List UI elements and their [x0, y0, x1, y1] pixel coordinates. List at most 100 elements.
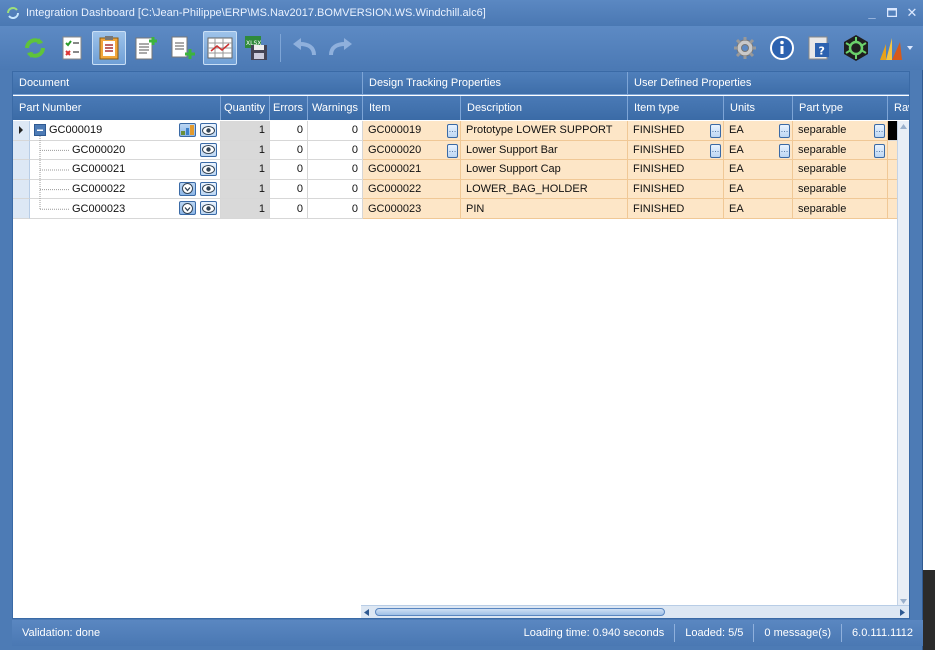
download-button[interactable] — [179, 181, 196, 196]
item-cell[interactable]: GC000021 — [363, 160, 461, 180]
redo-button[interactable] — [324, 31, 358, 65]
minimize-button[interactable]: _ — [865, 4, 879, 20]
quantity-cell[interactable]: 1 — [221, 199, 270, 219]
errors-cell: 0 — [270, 199, 308, 219]
table-row[interactable]: GC000022 1 0 0 GC000022 LOWER_BAG_HOLDER… — [13, 179, 909, 200]
toolbar: XLSX ? — [0, 26, 923, 70]
item-cell[interactable]: GC000022 — [363, 179, 461, 200]
view-button[interactable] — [200, 162, 217, 177]
item-type-text: FINISHED — [633, 124, 685, 137]
view-button[interactable] — [200, 181, 217, 196]
part-type-cell[interactable]: separable … — [793, 121, 888, 141]
part-type-text: separable — [798, 124, 847, 137]
close-button[interactable]: ✕ — [905, 4, 919, 20]
column-header-row: Part Number Quantity Errors Warnings Ite… — [13, 96, 909, 120]
item-cell[interactable]: GC000020… — [363, 140, 461, 161]
horizontal-scrollbar[interactable] — [361, 605, 909, 618]
col-header-part-type[interactable]: Part type — [793, 96, 888, 120]
scroll-up-icon[interactable] — [900, 124, 907, 129]
col-header-description[interactable]: Description — [461, 96, 628, 120]
table-row[interactable]: GC000021 1 0 0 GC000021 Lower Support Ca… — [13, 160, 909, 180]
description-cell[interactable]: Lower Support Bar — [461, 140, 628, 161]
table-row[interactable]: GC000023 1 0 0 GC000023 PIN FINISHED EA … — [13, 199, 909, 219]
structure-button[interactable] — [179, 123, 196, 137]
row-selector[interactable] — [13, 121, 30, 141]
item-cell[interactable]: GC000023 — [363, 199, 461, 219]
new-document-button[interactable] — [129, 31, 163, 65]
view-button[interactable] — [200, 201, 217, 216]
part-type-cell[interactable]: separable — [793, 160, 888, 180]
row-selector[interactable] — [13, 179, 30, 200]
col-header-units[interactable]: Units — [724, 96, 793, 120]
row-selector[interactable] — [13, 199, 30, 219]
part-type-cell[interactable]: separable… — [793, 140, 888, 161]
scroll-right-icon[interactable] — [900, 609, 905, 616]
item-type-lookup-button[interactable]: … — [710, 143, 721, 158]
item-type-cell[interactable]: FINISHED… — [628, 140, 724, 161]
description-cell[interactable]: Prototype LOWER SUPPORT — [461, 121, 628, 141]
item-type-cell[interactable]: FINISHED — [628, 199, 724, 219]
units-lookup-button[interactable]: … — [779, 124, 790, 138]
network-button[interactable] — [839, 31, 873, 65]
item-cell[interactable]: GC000019… — [363, 121, 461, 141]
part-type-lookup-button[interactable]: … — [874, 143, 885, 158]
part-type-cell[interactable]: separable — [793, 179, 888, 200]
item-type-cell[interactable]: FINISHED … — [628, 121, 724, 141]
settings-button[interactable] — [728, 31, 762, 65]
undo-icon — [293, 38, 316, 56]
col-header-part-number[interactable]: Part Number — [13, 96, 221, 120]
row-selector[interactable] — [13, 140, 30, 161]
col-header-item[interactable]: Item — [363, 96, 461, 120]
units-cell[interactable]: EA… — [724, 121, 793, 141]
save-xlsx-button[interactable]: XLSX — [240, 31, 274, 65]
help-button[interactable]: ? — [802, 31, 836, 65]
info-button[interactable] — [765, 31, 799, 65]
refresh-button[interactable] — [18, 31, 52, 65]
quantity-cell[interactable]: 1 — [221, 179, 270, 200]
units-cell[interactable]: EA — [724, 199, 793, 219]
status-loaded: Loaded: 5/5 — [674, 624, 753, 642]
undo-button[interactable] — [287, 31, 321, 65]
item-type-lookup-button[interactable]: … — [710, 124, 721, 138]
add-document-button[interactable] — [166, 31, 200, 65]
units-cell[interactable]: EA… — [724, 140, 793, 161]
view-button[interactable] — [200, 142, 217, 157]
col-header-warnings[interactable]: Warnings — [308, 96, 363, 120]
item-type-cell[interactable]: FINISHED — [628, 160, 724, 180]
quantity-cell[interactable]: 1 — [221, 160, 270, 180]
validate-button[interactable] — [55, 31, 89, 65]
item-type-cell[interactable]: FINISHED — [628, 179, 724, 200]
col-header-raw[interactable]: Raw — [888, 96, 909, 120]
scroll-down-icon[interactable] — [900, 599, 907, 604]
dynamics-button[interactable] — [876, 31, 916, 65]
description-cell[interactable]: LOWER_BAG_HOLDER — [461, 179, 628, 200]
redo-icon — [329, 38, 352, 56]
item-lookup-button[interactable]: … — [447, 143, 458, 158]
view-button[interactable] — [200, 123, 217, 137]
horizontal-scroll-thumb[interactable] — [375, 608, 665, 616]
description-cell[interactable]: Lower Support Cap — [461, 160, 628, 180]
vertical-scrollbar[interactable] — [897, 121, 909, 607]
table-row[interactable]: GC000019 1 0 0 GC000019 … Prototype LOWER… — [13, 121, 909, 141]
units-lookup-button[interactable]: … — [779, 143, 790, 158]
scroll-left-icon[interactable] — [364, 609, 369, 616]
units-cell[interactable]: EA — [724, 179, 793, 200]
clipboard-button[interactable] — [92, 31, 126, 65]
item-lookup-button[interactable]: … — [447, 124, 458, 138]
quantity-cell[interactable]: 1 — [221, 121, 270, 141]
maximize-button[interactable] — [885, 4, 899, 20]
col-header-item-type[interactable]: Item type — [628, 96, 724, 120]
description-cell[interactable]: PIN — [461, 199, 628, 219]
part-type-cell[interactable]: separable — [793, 199, 888, 219]
quantity-cell[interactable]: 1 — [221, 140, 270, 161]
row-selector[interactable] — [13, 160, 30, 180]
col-header-quantity[interactable]: Quantity — [221, 96, 270, 120]
status-version: 6.0.111.1112 — [841, 624, 923, 642]
grid-view-button[interactable] — [203, 31, 237, 65]
download-button[interactable] — [179, 201, 196, 216]
status-messages[interactable]: 0 message(s) — [753, 624, 841, 642]
col-header-errors[interactable]: Errors — [270, 96, 308, 120]
table-row[interactable]: GC000020 1 0 0 GC000020 … Lower Support B… — [13, 140, 909, 161]
units-cell[interactable]: EA — [724, 160, 793, 180]
part-type-lookup-button[interactable]: … — [874, 124, 885, 138]
